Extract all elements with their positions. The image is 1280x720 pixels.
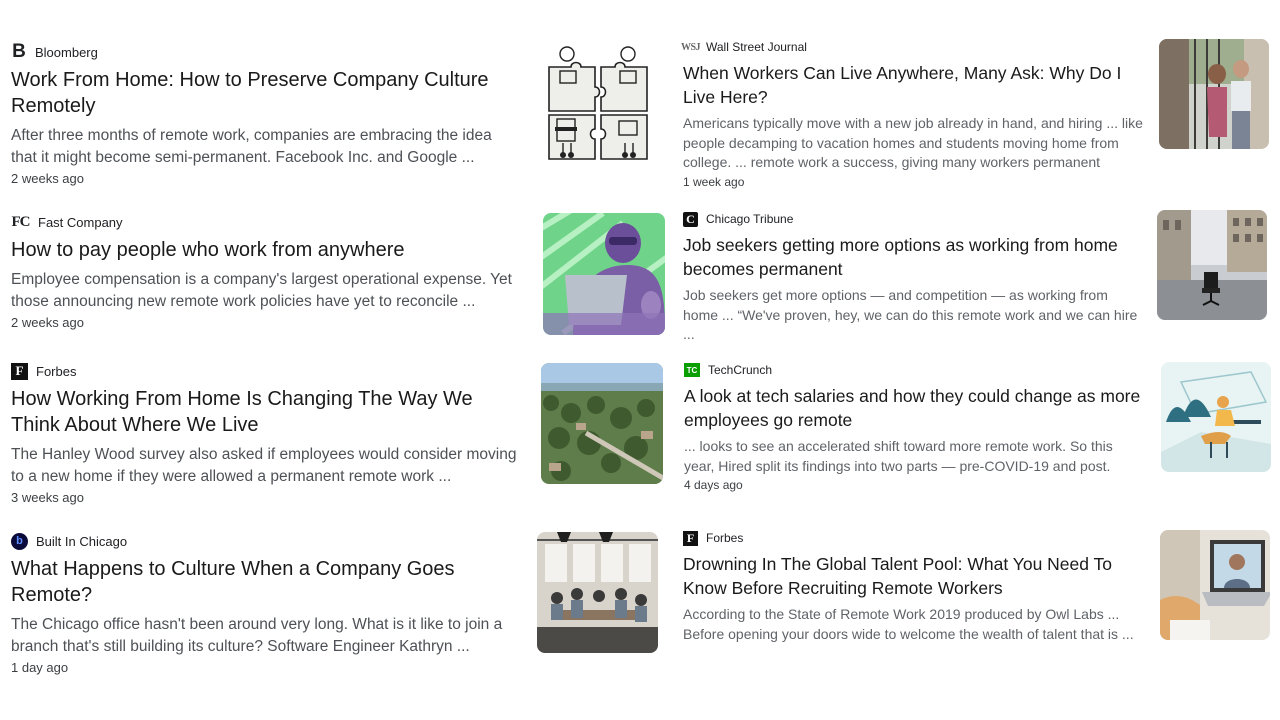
article-snippet: Employee compensation is a company's lar… [11,271,512,310]
article-title[interactable]: Job seekers getting more options as work… [683,234,1143,281]
forbes-logo-icon: F [11,362,28,380]
chicago-tribune-logo-icon: C [683,211,698,227]
source-row: F Forbes [11,362,521,380]
article-title[interactable]: When Workers Can Live Anywhere, Many Ask… [683,62,1143,109]
source-name: Forbes [36,363,77,379]
article-date: 1 week ago [683,174,745,189]
source-row: b Built In Chicago [11,532,521,550]
remote-worker-illustration-icon [1161,362,1271,472]
article-thumbnail[interactable] [1161,362,1271,472]
news-card[interactable]: FC Fast Company How to pay people who wo… [11,213,521,331]
puzzle-workers-illustration-icon [545,43,653,163]
news-card[interactable]: F Forbes How Working From Home Is Changi… [11,362,521,505]
source-name: Chicago Tribune [706,212,794,226]
article-date: 2 weeks ago [11,315,84,330]
man-with-laptop-green-photo-icon [543,213,665,335]
video-call-laptop-photo-icon [1160,530,1270,640]
forbes-logo-icon: F [683,530,698,546]
article-title[interactable]: What Happens to Culture When a Company G… [11,556,521,608]
article-title[interactable]: How to pay people who work from anywhere [11,237,521,263]
news-card[interactable]: TC TechCrunch A look at tech salaries an… [684,361,1144,492]
article-snippet: After three months of remote work, compa… [11,127,492,166]
bloomberg-logo-icon: B [12,41,26,62]
office-team-photo-icon [537,532,658,653]
article-date: 2 weeks ago [11,171,84,186]
article-thumbnail[interactable] [541,363,663,484]
source-row: B Bloomberg [11,41,521,62]
news-card[interactable]: b Built In Chicago What Happens to Cultu… [11,532,521,675]
article-title[interactable]: Drowning In The Global Talent Pool: What… [683,553,1143,600]
article-snippet: ... looks to see an accelerated shift to… [684,438,1113,474]
article-thumbnail[interactable] [1159,39,1269,149]
article-snippet: The Chicago office hasn't been around ve… [11,616,503,655]
built-in-chicago-logo-icon: b [11,532,28,550]
source-row: WSJ Wall Street Journal [680,38,1143,56]
article-snippet: Job seekers get more options — and compe… [683,287,1138,342]
fast-company-logo-icon: FC [11,213,31,230]
source-row: FC Fast Company [11,213,521,231]
source-row: C Chicago Tribune [683,210,1143,228]
article-thumbnail[interactable] [545,43,653,163]
article-thumbnail[interactable] [1160,530,1270,640]
article-thumbnail[interactable] [1157,210,1267,320]
news-card[interactable]: B Bloomberg Work From Home: How to Prese… [11,41,521,186]
source-name: Forbes [706,531,744,545]
aerial-suburb-photo-icon [541,363,663,484]
article-date: 3 weeks ago [11,490,84,505]
source-name: TechCrunch [708,363,773,377]
techcrunch-logo-icon: TC [684,363,700,377]
couple-on-street-photo-icon [1159,39,1269,149]
article-thumbnail[interactable] [543,213,665,335]
article-title[interactable]: Work From Home: How to Preserve Company … [11,67,521,119]
article-date: 4 days ago [684,478,743,492]
office-chair-on-street-photo-icon [1157,210,1267,320]
article-snippet: The Hanley Wood survey also asked if emp… [11,446,517,485]
news-card[interactable]: WSJ Wall Street Journal When Workers Can… [680,38,1143,189]
source-name: Built In Chicago [36,533,128,549]
news-card[interactable]: C Chicago Tribune Job seekers getting mo… [683,210,1143,345]
article-snippet: Americans typically move with a new job … [683,115,1143,170]
source-name: Fast Company [38,214,123,230]
article-title[interactable]: How Working From Home Is Changing The Wa… [11,386,521,438]
source-name: Wall Street Journal [706,40,807,54]
source-name: Bloomberg [35,44,98,60]
wsj-logo-icon: WSJ [680,41,701,53]
article-date: 1 day ago [11,660,69,675]
news-card[interactable]: F Forbes Drowning In The Global Talent P… [683,529,1143,644]
source-row: F Forbes [683,529,1143,547]
source-row: TC TechCrunch [684,361,1144,379]
article-thumbnail[interactable] [537,532,658,653]
article-snippet: According to the State of Remote Work 20… [683,606,1134,642]
article-title[interactable]: A look at tech salaries and how they cou… [684,385,1144,432]
